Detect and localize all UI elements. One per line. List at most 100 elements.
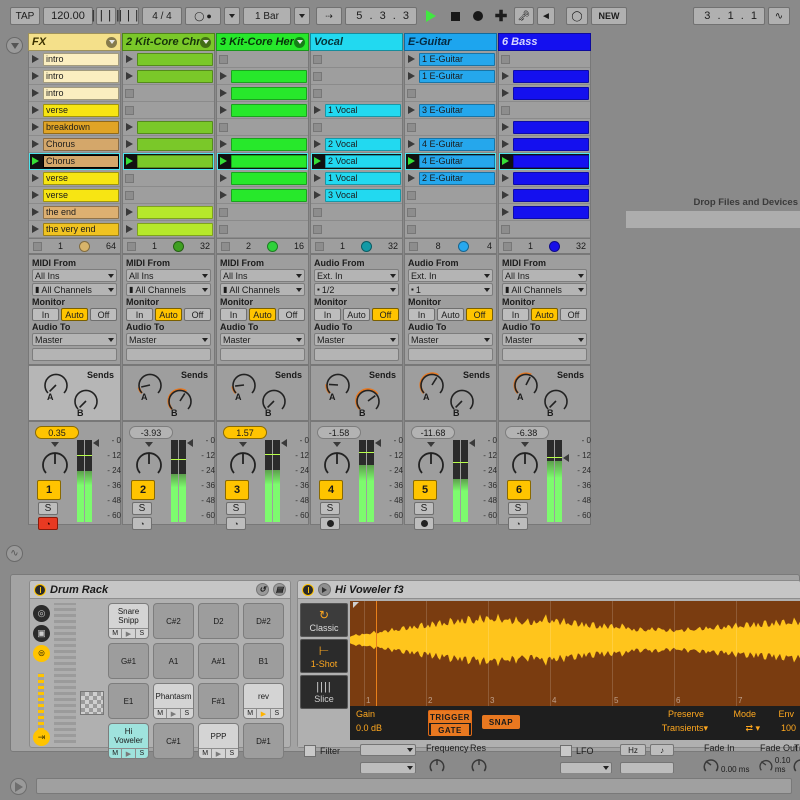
- volume-value[interactable]: 1.57: [223, 426, 267, 439]
- arrangement-overdub-icon[interactable]: ✚: [491, 7, 511, 25]
- clip-slot[interactable]: [217, 153, 308, 170]
- clip-slot[interactable]: [123, 170, 214, 187]
- clip-slot[interactable]: [311, 68, 402, 85]
- clip-stop-icon[interactable]: [406, 122, 417, 133]
- draw-mode-icon[interactable]: ∿: [768, 7, 790, 25]
- clip-launch-icon[interactable]: [500, 156, 511, 167]
- pan-reset-icon[interactable]: [333, 442, 341, 447]
- scene-launch-icon[interactable]: [30, 71, 41, 82]
- output-routing-select[interactable]: Master: [32, 333, 117, 346]
- pan-reset-icon[interactable]: [51, 442, 59, 447]
- pad-mute-button[interactable]: M: [154, 709, 167, 718]
- solo-button[interactable]: S: [414, 502, 434, 515]
- clip-launch-icon[interactable]: [124, 224, 135, 235]
- clip-stop-icon[interactable]: [124, 190, 135, 201]
- monitor-in-button[interactable]: In: [126, 308, 153, 321]
- monitor-in-button[interactable]: In: [220, 308, 247, 321]
- solo-button[interactable]: S: [320, 502, 340, 515]
- clip-slot[interactable]: [499, 119, 590, 136]
- input-channel-select[interactable]: ▮All Channels: [502, 283, 587, 296]
- scene-launch-icon[interactable]: [30, 139, 41, 150]
- clip-launch-icon[interactable]: [124, 139, 135, 150]
- clip-slot[interactable]: [499, 68, 590, 85]
- mode-slice-button[interactable]: |||| Slice: [300, 675, 348, 709]
- chain-list-icon[interactable]: ◎: [33, 605, 50, 622]
- track-stop-row[interactable]: 132: [122, 238, 215, 254]
- clip-slot[interactable]: 1 Vocal: [311, 102, 402, 119]
- drum-pad[interactable]: PPPM▶S: [198, 723, 239, 759]
- drum-pad[interactable]: F#1: [198, 683, 239, 719]
- clip-slot[interactable]: Chorus: [29, 136, 120, 153]
- lfo-checkbox[interactable]: [560, 745, 572, 757]
- arm-record-button[interactable]: ◔: [226, 517, 246, 530]
- solo-button[interactable]: S: [38, 502, 58, 515]
- track-header[interactable]: 6 Bass: [498, 33, 591, 51]
- pad-mute-button[interactable]: M: [109, 749, 122, 758]
- clip-slot[interactable]: [311, 51, 402, 68]
- monitor-auto-button[interactable]: Auto: [249, 308, 276, 321]
- clip-slot[interactable]: [217, 136, 308, 153]
- pad-play-icon[interactable]: ▶: [257, 709, 270, 718]
- clip-launch-icon[interactable]: [124, 71, 135, 82]
- fade-in-knob[interactable]: [702, 756, 720, 774]
- hot-swap-icon[interactable]: ↺: [256, 583, 269, 596]
- clip-slot[interactable]: [217, 68, 308, 85]
- clip-slot[interactable]: [217, 187, 308, 204]
- clip-slot[interactable]: verse: [29, 102, 120, 119]
- track-activator-knob[interactable]: [267, 241, 278, 252]
- input-channel-select[interactable]: ▪1: [408, 283, 493, 296]
- pan-knob[interactable]: [417, 450, 445, 478]
- snap-button[interactable]: SNAP: [482, 715, 520, 729]
- clip-slot[interactable]: verse: [29, 187, 120, 204]
- clip-slot[interactable]: 1 Vocal: [311, 170, 402, 187]
- clip-slot[interactable]: 2 Vocal: [311, 153, 402, 170]
- stop-all-clips-icon[interactable]: [33, 242, 42, 251]
- drum-pad[interactable]: C#2: [153, 603, 194, 639]
- monitor-off-button[interactable]: Off: [90, 308, 117, 321]
- clip-launch-icon[interactable]: [406, 139, 417, 150]
- drum-pad[interactable]: PhantasmM▶S: [153, 683, 194, 719]
- track-stop-row[interactable]: 164: [28, 238, 121, 254]
- clip-slot[interactable]: [123, 204, 214, 221]
- pan-reset-icon[interactable]: [521, 442, 529, 447]
- filter-checkbox[interactable]: [304, 745, 316, 757]
- clip-launch-icon[interactable]: [218, 71, 229, 82]
- env-value[interactable]: 100: [781, 723, 796, 733]
- clip-stop-icon[interactable]: [218, 54, 229, 65]
- clip-slot[interactable]: [217, 51, 308, 68]
- clip-stop-icon[interactable]: [218, 122, 229, 133]
- clip-launch-icon[interactable]: [312, 139, 323, 150]
- track-header[interactable]: 3 Kit-Core Heri: [216, 33, 309, 51]
- pad-solo-button[interactable]: S: [136, 749, 148, 758]
- clip-slot[interactable]: 2 Vocal: [311, 136, 402, 153]
- pan-knob[interactable]: [323, 450, 351, 478]
- pad-play-icon[interactable]: ▶: [122, 629, 135, 638]
- track-activator-knob[interactable]: [79, 241, 90, 252]
- output-routing-select[interactable]: Master: [314, 333, 399, 346]
- track-activator-knob[interactable]: [458, 241, 469, 252]
- clip-slot[interactable]: [405, 221, 496, 238]
- clip-slot[interactable]: verse: [29, 170, 120, 187]
- output-channel-select[interactable]: [220, 348, 305, 361]
- arm-record-button[interactable]: ◔: [508, 517, 528, 530]
- loop-start-field[interactable]: 3 . 1 . 1: [693, 7, 765, 25]
- solo-button[interactable]: S: [508, 502, 528, 515]
- clip-launch-icon[interactable]: [218, 139, 229, 150]
- metronome-icon[interactable]: ||||: [96, 7, 116, 25]
- stop-all-clips-icon[interactable]: [503, 242, 512, 251]
- scene-launch-icon[interactable]: [30, 173, 41, 184]
- clip-slot[interactable]: 2 E-Guitar: [405, 170, 496, 187]
- volume-value[interactable]: -1.58: [317, 426, 361, 439]
- clip-slot[interactable]: 3 E-Guitar: [405, 102, 496, 119]
- clip-slot[interactable]: [217, 221, 308, 238]
- chain-selector-map[interactable]: [54, 603, 76, 743]
- clip-slot[interactable]: 4 E-Guitar: [405, 136, 496, 153]
- track-number-button[interactable]: 4: [319, 480, 343, 500]
- clip-slot[interactable]: [123, 68, 214, 85]
- clip-stop-icon[interactable]: [124, 173, 135, 184]
- drum-pad[interactable]: D#1: [243, 723, 284, 759]
- input-channel-select[interactable]: ▪1/2: [314, 283, 399, 296]
- pad-solo-button[interactable]: S: [271, 709, 283, 718]
- monitor-in-button[interactable]: In: [32, 308, 59, 321]
- track-header[interactable]: 2 Kit-Core Chromaton: [122, 33, 215, 51]
